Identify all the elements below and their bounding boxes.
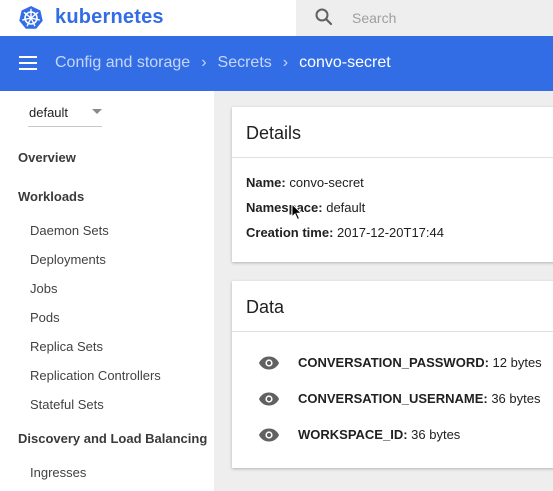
- sidebar-item-replica-sets[interactable]: Replica Sets: [30, 339, 103, 354]
- namespace-value: default: [29, 105, 69, 120]
- chevron-right-icon: ›: [201, 54, 207, 71]
- data-card: Data CONVERSATION_PASSWORD: 12 bytes CON…: [232, 281, 553, 468]
- data-entry-text: CONVERSATION_PASSWORD: 12 bytes: [298, 355, 542, 370]
- sidebar-item-pods[interactable]: Pods: [30, 310, 60, 325]
- sidebar-section-workloads[interactable]: Workloads: [18, 189, 84, 204]
- detail-namespace-value: default: [322, 200, 366, 215]
- data-entry-size: 36 bytes: [407, 427, 461, 442]
- details-card: Details Name: convo-secret Namespace: de…: [232, 107, 553, 262]
- sidebar-section-discovery[interactable]: Discovery and Load Balancing: [18, 431, 207, 446]
- data-title: Data: [246, 297, 285, 317]
- data-entry-key: CONVERSATION_USERNAME:: [298, 391, 488, 406]
- breadcrumb-config-and-storage[interactable]: Config and storage: [55, 54, 190, 71]
- data-divider: [232, 331, 553, 332]
- eye-icon[interactable]: [258, 427, 280, 443]
- detail-creation-time-label: Creation time:: [246, 225, 334, 240]
- search-input[interactable]: [344, 0, 544, 36]
- search-icon: [315, 8, 333, 26]
- detail-namespace-row: Namespace: default: [246, 200, 365, 215]
- breadcrumb-secrets[interactable]: Secrets: [218, 54, 272, 71]
- detail-name-label: Name:: [246, 175, 286, 190]
- main-content: Details Name: convo-secret Namespace: de…: [214, 91, 553, 491]
- sidebar: default Overview Workloads Daemon Sets D…: [0, 91, 214, 491]
- details-title: Details: [246, 123, 302, 143]
- kubernetes-logo-icon[interactable]: [18, 5, 44, 31]
- breadcrumb: Config and storage › Secrets › convo-secret: [55, 54, 391, 72]
- top-bar: kubernetes: [0, 0, 553, 36]
- sidebar-item-stateful-sets[interactable]: Stateful Sets: [30, 397, 104, 412]
- data-entry-key: CONVERSATION_PASSWORD:: [298, 355, 489, 370]
- sidebar-item-replication-controllers[interactable]: Replication Controllers: [30, 368, 161, 383]
- detail-name-value: convo-secret: [285, 175, 364, 190]
- brand-name[interactable]: kubernetes: [55, 6, 164, 29]
- detail-creation-time-row: Creation time: 2017-12-20T17:44: [246, 225, 444, 240]
- detail-name-row: Name: convo-secret: [246, 175, 364, 190]
- namespace-select[interactable]: default: [28, 101, 102, 127]
- eye-icon[interactable]: [258, 391, 280, 407]
- data-entry-size: 36 bytes: [487, 391, 541, 406]
- sidebar-item-jobs[interactable]: Jobs: [30, 281, 57, 296]
- caret-down-icon: [92, 109, 102, 114]
- hamburger-menu-icon[interactable]: [19, 56, 37, 70]
- breadcrumb-current: convo-secret: [299, 54, 391, 71]
- sidebar-item-ingresses[interactable]: Ingresses: [30, 465, 86, 480]
- sidebar-item-overview[interactable]: Overview: [18, 150, 76, 165]
- search-bar[interactable]: [296, 0, 553, 36]
- data-entry-size: 12 bytes: [488, 355, 542, 370]
- mouse-cursor-icon: [291, 203, 303, 221]
- detail-creation-time-value: 2017-12-20T17:44: [333, 225, 444, 240]
- chevron-right-icon: ›: [282, 54, 289, 71]
- page-header: Config and storage › Secrets › convo-secret: [0, 36, 553, 91]
- data-entry-text: WORKSPACE_ID: 36 bytes: [298, 427, 460, 442]
- sidebar-item-daemon-sets[interactable]: Daemon Sets: [30, 223, 109, 238]
- eye-icon[interactable]: [258, 355, 280, 371]
- details-divider: [232, 157, 553, 158]
- sidebar-item-deployments[interactable]: Deployments: [30, 252, 106, 267]
- data-entry-text: CONVERSATION_USERNAME: 36 bytes: [298, 391, 540, 406]
- detail-namespace-label: Namespace:: [246, 200, 323, 215]
- data-entry-key: WORKSPACE_ID:: [298, 427, 408, 442]
